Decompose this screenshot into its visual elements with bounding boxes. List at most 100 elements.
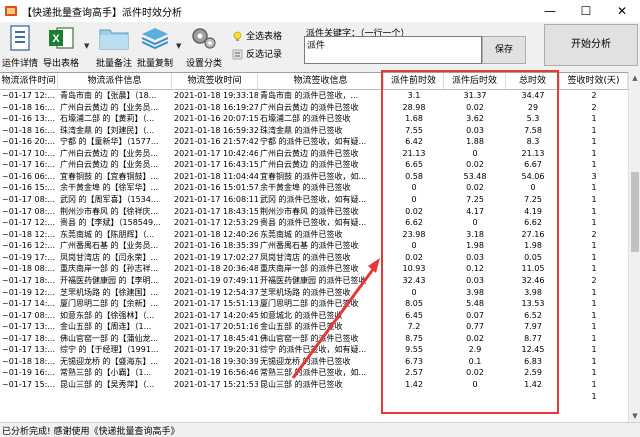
- table-row[interactable]: ~01-17 13:... 金山五部 的【周连】（1... 2021-01-17 2…: [0, 321, 628, 333]
- table-cell: 1: [591, 241, 597, 251]
- stack-copy-icon: [141, 28, 169, 50]
- save-button[interactable]: 保存: [482, 36, 526, 64]
- table-cell: ~01-17 13:...: [2, 345, 55, 355]
- table-row[interactable]: ~01-16 15:... 余干黄金埠 的【徐军华】... 2021-01-16 1…: [0, 182, 628, 194]
- table-row[interactable]: ~01-17 08:... 荆州沙市春风 的【徐祥庆... 2021-01-17 1…: [0, 206, 628, 218]
- table-cell: 2021-01-16 21:57:42: [174, 137, 258, 147]
- column-header[interactable]: 总时效: [506, 73, 560, 89]
- column-header[interactable]: 物流派件时间: [0, 73, 58, 89]
- column-header[interactable]: 物流派件信息: [58, 73, 172, 89]
- table-cell: 1: [591, 310, 597, 320]
- table-cell: 2021-01-17 19:20:31: [174, 345, 258, 355]
- table-cell: 6.62: [524, 218, 542, 228]
- table-cell: 3: [591, 171, 597, 181]
- table-cell: 2.59: [524, 368, 542, 378]
- table-cell: 3.62: [466, 114, 484, 124]
- keyword-input[interactable]: 派件: [304, 36, 482, 64]
- table-cell: 0: [472, 380, 478, 389]
- table-cell: ~01-16 15:...: [2, 183, 55, 193]
- column-header[interactable]: 物流签收时间: [172, 73, 258, 89]
- export-dropdown-arrow-icon[interactable]: ▼: [84, 42, 92, 50]
- table-cell: 1: [591, 322, 597, 332]
- table-cell: 1.98: [524, 241, 542, 251]
- copy-dropdown-arrow-icon[interactable]: ▼: [176, 42, 184, 50]
- table-row[interactable]: ~01-19 12:... 芝罘机场路 的【徐建国】... 2021-01-19 1…: [0, 287, 628, 299]
- start-analysis-button[interactable]: 开始分析: [544, 24, 638, 66]
- table-row[interactable]: ~01-17 18:... 开福医药健康园 的【李明... 2021-01-19 0…: [0, 275, 628, 287]
- table-cell: ~01-17 13:...: [2, 322, 55, 332]
- batch-note-button[interactable]: 批量备注: [92, 23, 136, 69]
- export-table-button[interactable]: X 导出表格: [40, 23, 82, 69]
- shipment-detail-button[interactable]: 运件详情: [2, 23, 38, 69]
- invert-select-button[interactable]: 反选记录: [232, 47, 282, 61]
- table-row[interactable]: ~01-16 13:... 石壕浦二部 的【黄莉】（... 2021-01-16 2…: [0, 113, 628, 125]
- table-cell: 8.75: [405, 333, 423, 343]
- table-cell: 芝罘机场路 的【徐建国】...: [60, 287, 159, 297]
- table-cell: 0.02: [466, 183, 484, 193]
- table-cell: 7.55: [405, 125, 423, 135]
- set-category-button[interactable]: 设置分类: [184, 23, 224, 69]
- table-cell: 0.03: [466, 275, 484, 285]
- column-header[interactable]: 签收时效(天): [560, 73, 628, 89]
- table-row[interactable]: ~01-16 12:... 广州番禺石基 的【业务员... 2021-01-16 1…: [0, 240, 628, 252]
- table-cell: ~01-19 17:...: [2, 252, 55, 262]
- table-row[interactable]: ~01-18 16:... 珠湾金鼎 的【刘建民】（... 2021-01-18 1…: [0, 125, 628, 137]
- table-row[interactable]: ~01-18 08:... 重庆南岸一部 的【孙志祥... 2021-01-18 2…: [0, 263, 628, 275]
- table-row[interactable]: ~01-16 20:... 宁都 的【童新华】（1577... 2021-01-16…: [0, 136, 628, 148]
- column-header[interactable]: 物流签收信息: [258, 73, 384, 89]
- status-text: 已分析完成! 感谢使用《快递批量查询高手》: [2, 427, 180, 437]
- table-row[interactable]: ~01-17 13:... 综宁 的【于经理】（1991... 2021-01-17…: [0, 344, 628, 356]
- table-cell: 无锡迎龙桥 的【盛海东】...: [60, 356, 159, 366]
- table-row[interactable]: ~01-17 16:... 广州白云黄边 的【业务员... 2021-01-17 1…: [0, 159, 628, 171]
- table-row[interactable]: ~01-19 16:... 常熟三部 的【小霸】（1... 2021-01-19 1…: [0, 367, 628, 379]
- table-row[interactable]: ~01-17 10:... 广州白云黄边 的【业务员... 2021-01-17 1…: [0, 148, 628, 160]
- vertical-scrollbar[interactable]: ▲ ▼: [628, 72, 640, 422]
- table-row[interactable]: ~01-17 08:... 武冈 的【周军喜】（1534... 2021-01-17…: [0, 194, 628, 206]
- table-cell: 1: [591, 345, 597, 355]
- keyword-value: 派件: [307, 41, 326, 51]
- scroll-up-icon[interactable]: ▲: [629, 72, 640, 84]
- table-row[interactable]: 1: [0, 391, 628, 403]
- table-cell: 6.42: [405, 137, 423, 147]
- table-row[interactable]: ~01-19 17:... 凤岗甘湾店 的【闫永荣】... 2021-01-19 1…: [0, 252, 628, 264]
- table-row[interactable]: ~01-17 15:... 昆山三部 的【吴秀萍】（... 2021-01-17 1…: [0, 379, 628, 391]
- table-cell: 7.25: [524, 195, 542, 205]
- table-cell: 7.97: [524, 322, 542, 332]
- table-cell: 凤岗甘湾店 的【闫永荣】...: [60, 252, 159, 262]
- table-cell: 广州白云黄边 的派件已签收: [260, 102, 359, 112]
- table-cell: 6.45: [405, 310, 423, 320]
- scrollbar-thumb[interactable]: [631, 172, 639, 252]
- maximize-button[interactable]: ☐: [568, 0, 604, 22]
- table-cell: ~01-17 16:...: [2, 160, 55, 170]
- scroll-down-icon[interactable]: ▼: [629, 410, 640, 422]
- table-row[interactable]: ~01-17 14:... 厦门思明二部 的【余新】... 2021-01-17 1…: [0, 298, 628, 310]
- table-row[interactable]: ~01-18 16:... 广州白云黄边 的【业务员... 2021-01-18 1…: [0, 102, 628, 114]
- table-row[interactable]: ~01-16 06:... 宜春铜鼓 的【宜春铜鼓】... 2021-01-18 1…: [0, 171, 628, 183]
- table-cell: 1: [591, 137, 597, 147]
- table-cell: ~01-16 20:...: [2, 137, 55, 147]
- document-list-icon: [10, 25, 30, 51]
- svg-text:X: X: [52, 33, 60, 45]
- table-cell: 21.13: [521, 148, 545, 158]
- table-row[interactable]: ~01-17 12:... 青岛市南 的【张晨】（18... 2021-01-18 …: [0, 90, 628, 102]
- table-row[interactable]: ~01-17 18:... 佛山官窑一部 的【蒲仙龙... 2021-01-17 1…: [0, 333, 628, 345]
- table-row[interactable]: ~01-18 18:... 无锡迎龙桥 的【盛海东】... 2021-01-18 1…: [0, 356, 628, 368]
- table-cell: 1: [591, 391, 597, 401]
- column-header[interactable]: 派件后时效: [444, 73, 506, 89]
- table-header: 物流派件时间 物流派件信息 物流签收时间 物流签收信息 派件前时效 派件后时效 总时效 签收时…: [0, 73, 628, 90]
- table-cell: 金山五部 的派件已签收: [260, 322, 343, 332]
- table-cell: 1: [591, 380, 597, 389]
- table-row[interactable]: ~01-17 08:... 如意东部 的【徐强林】（... 2021-01-17 1…: [0, 310, 628, 322]
- table-cell: 2021-01-17 14:20:45: [174, 310, 258, 320]
- table-row[interactable]: ~01-17 12:... 贵县 的【李斌】（158549... 2021-01-1…: [0, 217, 628, 229]
- table-row[interactable]: ~01-18 12:... 东莞南城 的【陈朋辉】（... 2021-01-18 1…: [0, 229, 628, 241]
- table-cell: 广州白云黄边 的【业务员...: [60, 160, 159, 170]
- batch-copy-button[interactable]: 批量复制: [134, 23, 176, 69]
- table-cell: 东莞南城 的【陈朋辉】（...: [60, 229, 155, 239]
- table-cell: 广州白云黄边 的【业务员...: [60, 148, 159, 158]
- select-all-button[interactable]: 全选表格: [232, 29, 282, 43]
- minimize-button[interactable]: —: [532, 0, 568, 22]
- column-header[interactable]: 派件前时效: [384, 73, 444, 89]
- table-cell: 0.12: [466, 264, 484, 274]
- close-button[interactable]: ✕: [604, 0, 640, 22]
